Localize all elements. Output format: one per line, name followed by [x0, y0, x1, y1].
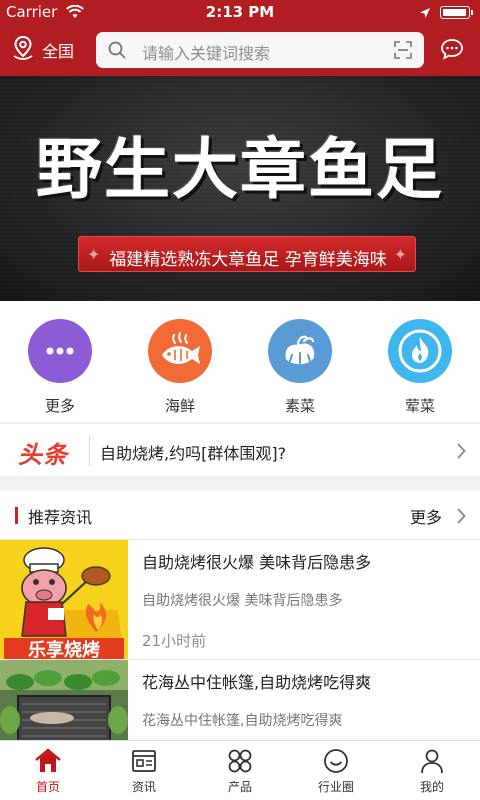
search-placeholder: 请输入关键词搜索: [142, 44, 271, 63]
news-title: 自助烧烤很火爆 美味背后隐患多: [142, 553, 372, 572]
promo-banner[interactable]: 野生大章鱼足 ✦ 福建精选熟冻大章鱼足 孕育鲜美海味 ✦: [0, 76, 480, 301]
tab-home[interactable]: 首页: [0, 747, 96, 795]
flame-icon: [388, 319, 452, 383]
news-time: 21小时前: [142, 632, 207, 650]
search-icon: [108, 41, 126, 63]
headline-text[interactable]: 自助烧烤,约吗[群体围观]?: [100, 440, 286, 464]
scan-icon[interactable]: [394, 41, 412, 63]
category-grid: 更多 海鲜 素菜 荤菜: [0, 301, 480, 422]
news-summary: 自助烧烤很火爆 美味背后隐患多: [142, 593, 343, 609]
battery-icon: [440, 6, 473, 19]
chevron-right-icon[interactable]: [456, 443, 466, 463]
tab-label: 资讯: [131, 780, 156, 794]
thumbnail-brand-text: 乐享烧烤: [28, 639, 100, 660]
message-icon[interactable]: [440, 38, 464, 64]
category-label: 荤菜: [404, 397, 435, 415]
tab-label: 我的: [419, 780, 444, 794]
banner-subtitle: 福建精选熟冻大章鱼足 孕育鲜美海味: [109, 250, 387, 270]
region-label: 全国: [42, 42, 75, 61]
news-icon: [132, 750, 156, 772]
location-pin-icon: [12, 35, 42, 64]
fish-icon: [148, 319, 212, 383]
section-header: 推荐资讯 更多: [0, 490, 480, 540]
bottom-tab-bar: 首页 资讯 产品 行业圈 我的: [0, 740, 480, 800]
category-seafood[interactable]: 海鲜: [140, 319, 220, 416]
vegetable-icon: [268, 319, 332, 383]
category-label: 素菜: [284, 397, 315, 415]
star-icon: ✦: [393, 245, 407, 264]
tab-products[interactable]: 产品: [192, 747, 288, 795]
status-bar: Carrier 2:13 PM: [0, 0, 480, 24]
news-summary: 花海丛中住帐篷,自助烧烤吃得爽: [142, 713, 343, 729]
divider: [89, 436, 90, 466]
clock: 2:13 PM: [205, 3, 275, 21]
tab-label: 行业圈: [317, 780, 354, 794]
headline-logo: 头条: [18, 441, 68, 469]
banner-ribbon: ✦ 福建精选熟冻大章鱼足 孕育鲜美海味 ✦: [78, 236, 416, 272]
top-bar: 全国 请输入关键词搜索: [0, 24, 480, 76]
recommended-news-section: 推荐资讯 更多 乐享烧烤 自助烧烤很火爆 美味背后隐患多 自助烧烤很火爆 美味背…: [0, 490, 480, 780]
search-input[interactable]: 请输入关键词搜索: [96, 32, 424, 68]
grid-icon: [228, 749, 252, 773]
tab-profile[interactable]: 我的: [384, 747, 480, 795]
category-meat[interactable]: 荤菜: [380, 319, 460, 416]
region-selector[interactable]: 全国: [12, 35, 75, 64]
more-link[interactable]: 更多: [410, 504, 442, 528]
news-thumbnail: 乐享烧烤: [0, 540, 128, 660]
section-accent-bar: [15, 507, 18, 524]
chevron-right-icon[interactable]: [456, 508, 466, 528]
person-icon: [421, 749, 443, 774]
section-title: 推荐资讯: [28, 508, 93, 527]
news-item[interactable]: 乐享烧烤 自助烧烤很火爆 美味背后隐患多 自助烧烤很火爆 美味背后隐患多 21小…: [0, 540, 480, 660]
banner-title: 野生大章鱼足: [36, 131, 444, 208]
category-vegetable[interactable]: 素菜: [260, 319, 340, 416]
category-more[interactable]: 更多: [20, 319, 100, 416]
category-label: 海鲜: [164, 397, 195, 415]
circle-smile-icon: [324, 749, 348, 773]
tab-industry-circle[interactable]: 行业圈: [288, 747, 384, 795]
home-icon: [35, 748, 61, 772]
tab-news[interactable]: 资讯: [96, 747, 192, 795]
headline-ticker[interactable]: 头条 自助烧烤,约吗[群体围观]?: [0, 423, 480, 476]
news-title: 花海丛中住帐篷,自助烧烤吃得爽: [142, 673, 372, 692]
category-label: 更多: [44, 397, 75, 415]
tab-label: 产品: [227, 780, 252, 794]
more-dots-icon: [28, 319, 92, 383]
location-arrow-icon: [419, 5, 431, 23]
tab-label: 首页: [35, 780, 60, 794]
